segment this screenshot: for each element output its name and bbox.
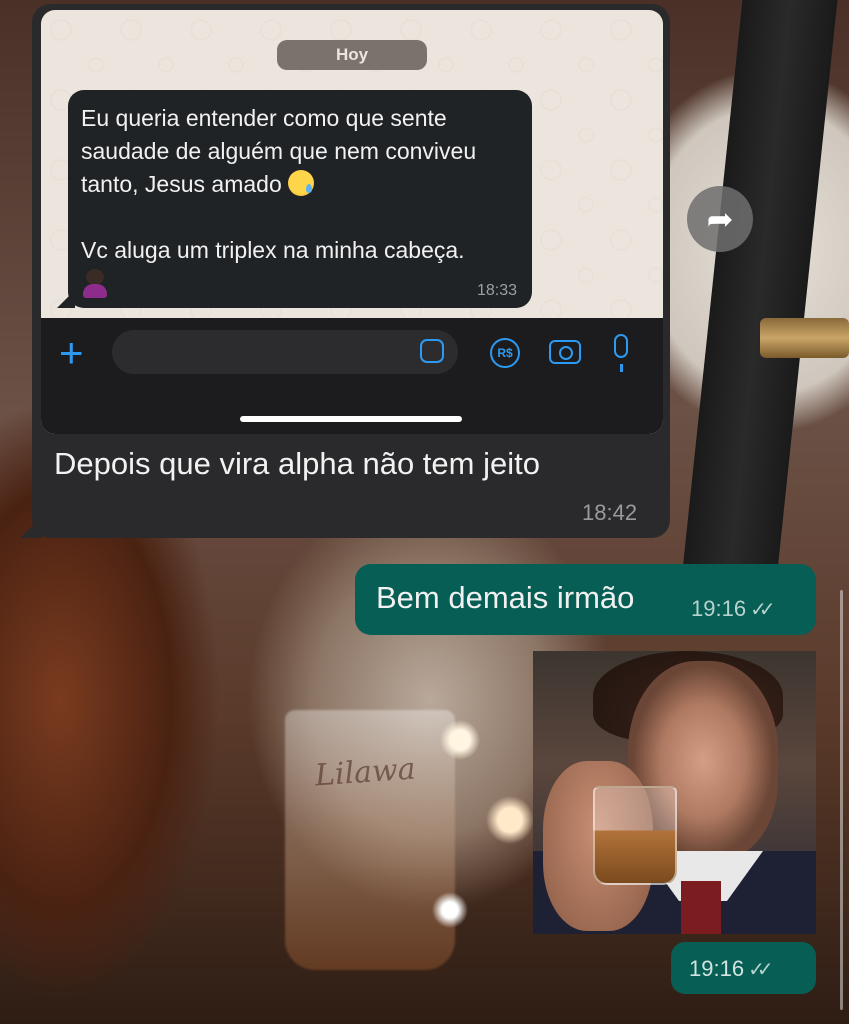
photo-tie [681,881,721,934]
embedded-screenshot[interactable]: Hoy Eu queria entender como que sente sa… [41,10,663,434]
plus-icon: + [59,329,84,376]
outgoing-message-bubble[interactable]: Bem demais irmão 19:16 ✓✓ [355,564,816,635]
embedded-message-line1: Eu queria entender como que sente saudad… [81,105,483,197]
incoming-message-time: 18:42 [582,500,638,525]
outgoing-image-meta-text: 19:16 ✓✓ [689,956,773,982]
embedded-input-bar: + R$ [41,318,663,434]
embedded-message-time: 18:33 [476,282,517,299]
woman-facepalm-icon [81,267,109,299]
home-indicator [240,416,462,422]
embedded-message-input [112,330,458,374]
incoming-message-text: Depois que vira alpha não tem jeito [54,446,540,481]
wallpaper-suspender [681,0,838,580]
double-check-icon: ✓✓ [750,599,775,621]
outgoing-message-time: 19:16 [691,596,747,621]
outgoing-message-text: Bem demais irmão [376,580,635,615]
embedded-message-bubble: Eu queria entender como que sente saudad… [68,90,532,308]
crying-face-icon [288,170,315,196]
sticker-icon [420,339,444,363]
outgoing-image-time: 19:16 [689,956,745,981]
currency-icon: R$ [490,338,520,368]
outgoing-message-meta: 19:16 ✓✓ [691,596,775,622]
microphone-icon [614,334,628,372]
forward-arrow-icon[interactable]: ➦ [687,186,753,252]
embedded-message-line2: Vc aluga um triplex na minha cabeça. [81,237,465,263]
double-check-icon: ✓✓ [748,959,773,981]
scrollbar[interactable] [840,590,843,1010]
wallpaper-lights [420,680,540,1000]
embedded-date-pill: Hoy [277,40,427,70]
outgoing-image-meta: 19:16 ✓✓ [671,942,816,994]
camera-icon [549,340,581,364]
photo-whiskey-glass [593,786,677,885]
wallpaper-buckle [760,318,849,358]
outgoing-image[interactable] [533,651,816,934]
wallpaper-glass-engraving: Lilawa [313,751,417,794]
embedded-message-text: Eu queria entender como que sente saudad… [81,102,511,302]
